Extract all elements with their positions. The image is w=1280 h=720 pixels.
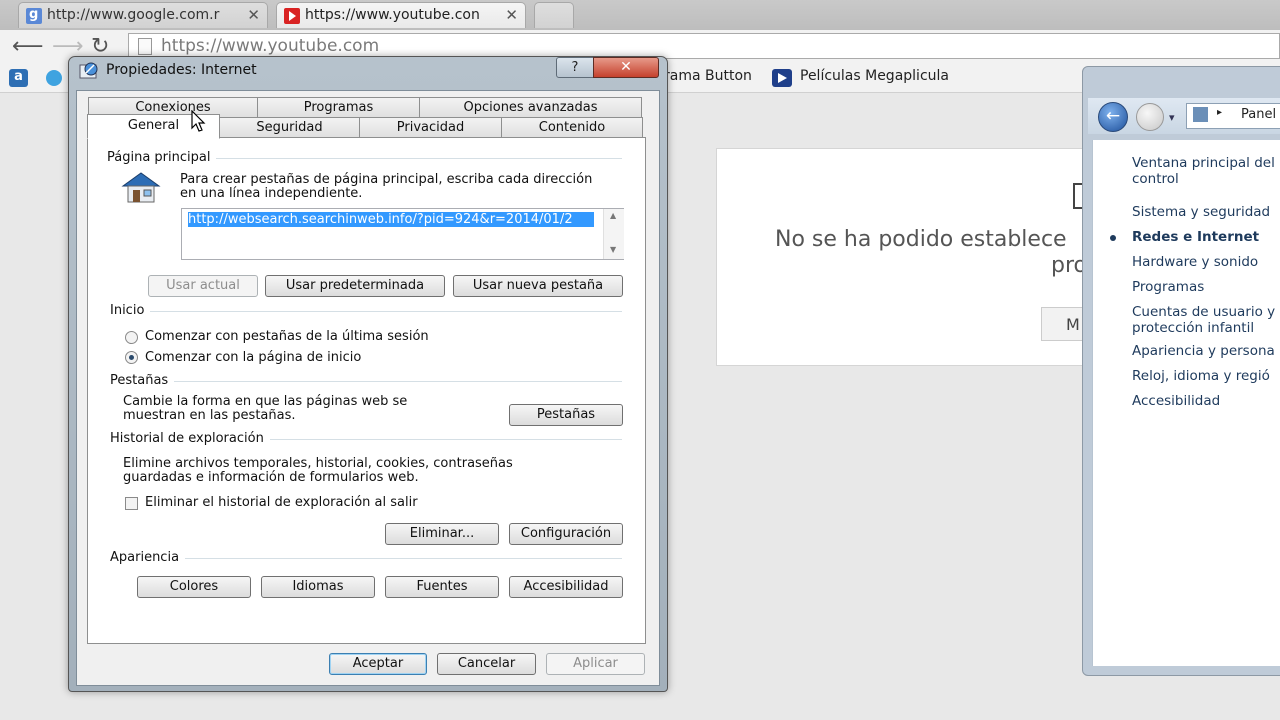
error-title: No se ha podido establece xyxy=(775,227,1067,252)
cp-link-clock[interactable]: Reloj, idioma y regió xyxy=(1132,368,1270,385)
error-card: No se ha podido establece pro M xyxy=(716,148,1101,366)
chevron-right-icon: ▸ xyxy=(1217,107,1223,118)
use-new-tab-button[interactable]: Usar nueva pestaña xyxy=(453,275,623,297)
tab-programas[interactable]: Programas xyxy=(257,97,420,117)
tabs-description: Cambie la forma en que las páginas web s… xyxy=(123,394,408,409)
back-icon[interactable]: ← xyxy=(1098,102,1128,132)
bookmark-item[interactable]: Películas Megaplicula xyxy=(800,68,949,84)
use-current-button[interactable]: Usar actual xyxy=(148,275,258,297)
cp-link-home[interactable]: Ventana principal del xyxy=(1132,155,1275,172)
delete-on-exit-checkbox[interactable] xyxy=(125,497,138,510)
tab-label: http://www.google.com.r xyxy=(47,7,220,23)
section-home: Página principal xyxy=(107,150,217,165)
colors-button[interactable]: Colores xyxy=(137,576,251,598)
chevron-down-icon[interactable]: ▾ xyxy=(1169,111,1175,124)
cp-link-programs[interactable]: Programas xyxy=(1132,279,1204,296)
breadcrumb: Panel xyxy=(1241,107,1277,122)
address-text: https://www.youtube.com xyxy=(161,36,380,56)
youtube-icon xyxy=(284,8,300,24)
fonts-button[interactable]: Fuentes xyxy=(385,576,499,598)
bookmark-icon[interactable] xyxy=(46,70,62,86)
tab-seguridad[interactable]: Seguridad xyxy=(219,117,360,137)
internet-options-icon xyxy=(78,61,100,81)
google-icon: g xyxy=(26,7,42,24)
close-icon[interactable]: ✕ xyxy=(505,6,518,24)
control-panel-address[interactable]: ▸ Panel xyxy=(1186,103,1280,129)
radio-last-session-label[interactable]: Comenzar con pestañas de la última sesió… xyxy=(145,329,429,344)
close-button[interactable]: ✕ xyxy=(593,57,659,78)
cp-link-hardware[interactable]: Hardware y sonido xyxy=(1132,254,1258,271)
browser-tab-strip: g http://www.google.com.r ✕ https://www.… xyxy=(0,0,1280,30)
ok-button[interactable]: Aceptar xyxy=(329,653,427,675)
play-icon xyxy=(772,69,792,87)
browser-tab-google[interactable]: g http://www.google.com.r ✕ xyxy=(18,2,268,28)
home-page-url: http://websearch.searchinweb.info/?pid=9… xyxy=(188,212,594,227)
cp-link-appearance[interactable]: Apariencia y persona xyxy=(1132,343,1275,360)
section-history: Historial de exploración xyxy=(110,431,270,446)
control-panel-navbar: ← ▾ ▸ Panel xyxy=(1088,98,1280,134)
radio-home-page-label[interactable]: Comenzar con la página de inicio xyxy=(145,350,361,365)
cp-link-network[interactable]: Redes e Internet xyxy=(1132,229,1259,246)
bullet-icon xyxy=(1110,235,1116,241)
app-icon[interactable]: a xyxy=(9,69,28,87)
dialog-title: Propiedades: Internet xyxy=(106,62,257,78)
radio-home-page[interactable] xyxy=(125,351,138,364)
delete-history-button[interactable]: Eliminar... xyxy=(385,523,499,545)
history-description: Elimine archivos temporales, historial, … xyxy=(123,456,513,471)
tabs-settings-button[interactable]: Pestañas xyxy=(509,404,623,426)
page-icon xyxy=(138,38,152,55)
section-divider xyxy=(110,558,622,559)
cp-link-users-cont[interactable]: protección infantil xyxy=(1132,320,1254,337)
cp-link-users[interactable]: Cuentas de usuario y xyxy=(1132,304,1275,321)
section-appearance: Apariencia xyxy=(110,550,186,565)
accessibility-button[interactable]: Accesibilidad xyxy=(509,576,623,598)
tab-privacidad[interactable]: Privacidad xyxy=(359,117,502,137)
delete-on-exit-label[interactable]: Eliminar el historial de exploración al … xyxy=(145,495,418,510)
use-default-button[interactable]: Usar predeterminada xyxy=(265,275,445,297)
textarea-scrollbar[interactable]: ▲ ▼ xyxy=(603,209,624,259)
cp-link-home-cont[interactable]: control xyxy=(1132,171,1179,188)
forward-icon[interactable] xyxy=(1136,103,1164,131)
apply-button[interactable]: Aplicar xyxy=(546,653,645,675)
close-icon[interactable]: ✕ xyxy=(247,6,260,24)
section-divider xyxy=(110,311,622,312)
tab-label: https://www.youtube.con xyxy=(305,7,480,23)
languages-button[interactable]: Idiomas xyxy=(261,576,375,598)
mouse-cursor-icon xyxy=(191,109,207,138)
section-divider xyxy=(110,381,622,382)
new-tab-button[interactable] xyxy=(534,2,574,28)
radio-last-session[interactable] xyxy=(125,331,138,344)
section-tabs: Pestañas xyxy=(110,373,175,388)
scroll-down-icon[interactable]: ▼ xyxy=(610,245,616,254)
cancel-button[interactable]: Cancelar xyxy=(437,653,536,675)
browser-tab-youtube[interactable]: https://www.youtube.con ✕ xyxy=(276,2,526,28)
history-description-cont: guardadas e información de formularios w… xyxy=(123,470,419,485)
tabs-description-cont: muestran en las pestañas. xyxy=(123,408,296,423)
section-startup: Inicio xyxy=(110,303,151,318)
help-button[interactable]: ? xyxy=(556,57,594,78)
home-description: Para crear pestañas de página principal,… xyxy=(180,172,593,187)
control-panel-icon xyxy=(1193,107,1208,122)
back-icon[interactable]: ⟵ xyxy=(12,34,44,59)
scroll-up-icon[interactable]: ▲ xyxy=(610,211,616,220)
history-settings-button[interactable]: Configuración xyxy=(509,523,623,545)
tab-opciones-avanzadas[interactable]: Opciones avanzadas xyxy=(419,97,642,117)
home-description-cont: en una línea independiente. xyxy=(180,186,363,201)
bookmark-item[interactable]: rama Button xyxy=(664,68,752,84)
tab-contenido[interactable]: Contenido xyxy=(501,117,643,137)
house-icon xyxy=(119,170,163,208)
cp-link-system[interactable]: Sistema y seguridad xyxy=(1132,204,1270,221)
cp-link-accessibility[interactable]: Accesibilidad xyxy=(1132,393,1220,410)
